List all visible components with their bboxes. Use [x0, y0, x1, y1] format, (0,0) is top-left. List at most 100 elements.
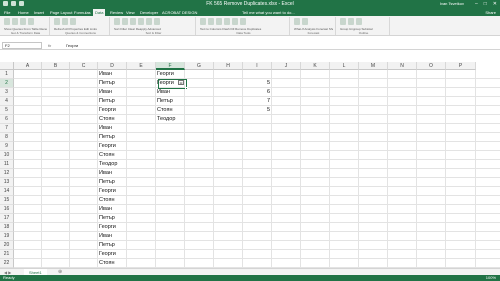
column-header-d[interactable]: D [98, 62, 127, 70]
row-header-5[interactable]: 5 [0, 106, 14, 115]
relationships-icon[interactable] [240, 18, 246, 25]
sort-az-icon[interactable] [114, 18, 120, 25]
cell-d20[interactable]: Петър [98, 241, 127, 250]
select-all-corner[interactable] [0, 62, 14, 70]
paste-options-icon[interactable]: ▤ [178, 80, 184, 85]
subtotal-icon[interactable] [356, 18, 362, 25]
cell-d13[interactable]: Петър [98, 178, 127, 187]
what-if-icon[interactable] [294, 18, 300, 25]
zoom-level[interactable]: 100% [486, 275, 496, 281]
user-name[interactable]: Ivan Tsvetkov [440, 1, 464, 7]
cell-f5[interactable]: Стоян [156, 106, 185, 115]
advanced-icon[interactable] [154, 18, 160, 25]
consolidate-icon[interactable] [232, 18, 238, 25]
row-header-10[interactable]: 10 [0, 151, 14, 160]
cell-f6[interactable]: Теодор [156, 115, 185, 124]
cell-d8[interactable]: Петър [98, 133, 127, 142]
column-header-n[interactable]: N [388, 62, 417, 70]
minimize-button[interactable]: – [475, 1, 478, 7]
column-header-k[interactable]: K [301, 62, 330, 70]
tab-page-layout[interactable]: Page Layout [48, 9, 74, 16]
maximize-button[interactable]: □ [484, 1, 487, 7]
column-header-i[interactable]: I [243, 62, 272, 70]
ungroup-icon[interactable] [348, 18, 354, 25]
remove-duplicates-icon[interactable] [216, 18, 222, 25]
tab-developer[interactable]: Developer [138, 9, 160, 16]
row-header-4[interactable]: 4 [0, 97, 14, 106]
properties-icon[interactable] [70, 18, 76, 25]
cell-i3[interactable]: 6 [243, 88, 272, 97]
column-header-c[interactable]: C [70, 62, 98, 70]
row-header-1[interactable]: 1 [0, 70, 14, 79]
column-header-l[interactable]: L [330, 62, 359, 70]
row-header-12[interactable]: 12 [0, 169, 14, 178]
column-header-f[interactable]: F [156, 62, 185, 70]
cell-d16[interactable]: Иван [98, 205, 127, 214]
row-header-7[interactable]: 7 [0, 124, 14, 133]
tab-formulas[interactable]: Formulas [72, 9, 93, 16]
cell-d19[interactable]: Иван [98, 232, 127, 241]
sort-za-icon[interactable] [122, 18, 128, 25]
cell-i4[interactable]: 7 [243, 97, 272, 106]
cell-d17[interactable]: Петър [98, 214, 127, 223]
cell-d15[interactable]: Стоян [98, 196, 127, 205]
cell-i5[interactable]: 5 [243, 106, 272, 115]
name-box[interactable]: F2 [2, 42, 42, 49]
cell-i2[interactable]: 5 [243, 79, 272, 88]
new-query-icon[interactable] [12, 18, 18, 25]
row-header-17[interactable]: 17 [0, 214, 14, 223]
row-header-15[interactable]: 15 [0, 196, 14, 205]
cell-f4[interactable]: Петър [156, 97, 185, 106]
cell-d14[interactable]: Георги [98, 187, 127, 196]
column-header-a[interactable]: A [14, 62, 42, 70]
worksheet-grid[interactable]: ABCDEFGHIJKLMNOP 1 2 3 4 5 6 7 8 9 10 11 12 13 14 15 16… [0, 62, 500, 268]
cell-d3[interactable]: Иван [98, 88, 127, 97]
row-header-22[interactable]: 22 [0, 259, 14, 268]
fill-handle[interactable] [185, 87, 188, 90]
filter-icon[interactable] [138, 18, 144, 25]
cell-f3[interactable]: Иван [156, 88, 185, 97]
forecast-sheet-icon[interactable] [302, 18, 308, 25]
cell-d4[interactable]: Петър [98, 97, 127, 106]
cell-d2[interactable]: Петър [98, 79, 127, 88]
tab-design[interactable]: DESIGN [180, 9, 199, 16]
tell-me-box[interactable]: Tell me what you want to do... [242, 9, 295, 16]
cell-d1[interactable]: Иван [98, 70, 127, 79]
text-to-columns-icon[interactable] [200, 18, 206, 25]
from-web-icon[interactable] [20, 18, 26, 25]
group-icon[interactable] [340, 18, 346, 25]
row-header-21[interactable]: 21 [0, 250, 14, 259]
tab-view[interactable]: View [124, 9, 137, 16]
row-header-8[interactable]: 8 [0, 133, 14, 142]
cell-d10[interactable]: Стоян [98, 151, 127, 160]
sort-icon[interactable] [130, 18, 136, 25]
row-header-18[interactable]: 18 [0, 223, 14, 232]
tab-review[interactable]: Review [108, 9, 125, 16]
cell-d6[interactable]: Стоян [98, 115, 127, 124]
column-header-b[interactable]: B [42, 62, 70, 70]
cell-d12[interactable]: Иван [98, 169, 127, 178]
column-header-g[interactable]: G [185, 62, 214, 70]
row-header-19[interactable]: 19 [0, 232, 14, 241]
tab-file[interactable]: File [2, 9, 12, 16]
row-header-6[interactable]: 6 [0, 115, 14, 124]
from-table-icon[interactable] [28, 18, 34, 25]
close-button[interactable]: ✕ [493, 1, 497, 7]
row-header-14[interactable]: 14 [0, 187, 14, 196]
tab-home[interactable]: Home [16, 9, 31, 16]
connections-icon[interactable] [62, 18, 68, 25]
cell-d11[interactable]: Теодор [98, 160, 127, 169]
column-header-p[interactable]: P [446, 62, 476, 70]
formula-input[interactable]: Георги [66, 42, 496, 49]
cell-d7[interactable]: Иван [98, 124, 127, 133]
column-header-e[interactable]: E [127, 62, 156, 70]
row-header-2[interactable]: 2 [0, 79, 14, 88]
fx-icon[interactable]: fx [48, 42, 51, 49]
row-header-9[interactable]: 9 [0, 142, 14, 151]
refresh-all-icon[interactable] [54, 18, 60, 25]
row-header-16[interactable]: 16 [0, 205, 14, 214]
get-data-icon[interactable] [4, 18, 10, 25]
cell-f1[interactable]: Георги [156, 70, 185, 79]
column-header-m[interactable]: M [359, 62, 388, 70]
row-header-3[interactable]: 3 [0, 88, 14, 97]
